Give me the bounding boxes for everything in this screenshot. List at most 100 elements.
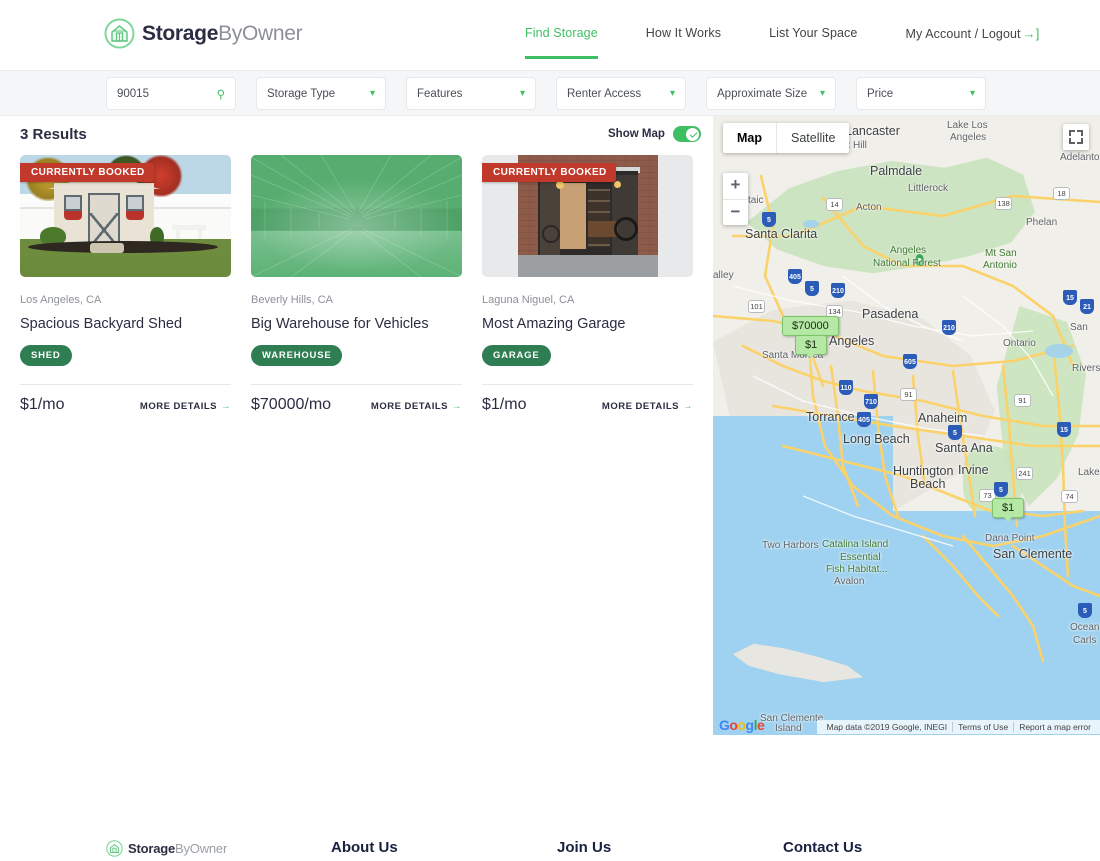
chevron-down-icon: ▾ bbox=[669, 87, 675, 99]
map-type-map-button[interactable]: Map bbox=[723, 123, 776, 153]
decor bbox=[556, 181, 564, 189]
map-interstate-shield-icon: 405 bbox=[857, 412, 871, 427]
divider bbox=[251, 384, 462, 386]
map-place-label: Fish Habitat... bbox=[826, 564, 888, 575]
map-place-label: Palmdale bbox=[870, 164, 923, 178]
listing-title[interactable]: Big Warehouse for Vehicles bbox=[251, 315, 462, 333]
listing-image-backyard-shed[interactable]: CURRENTLY BOOKED bbox=[20, 155, 231, 277]
more-details-button[interactable]: MORE DETAILS → bbox=[140, 401, 231, 412]
footer-link-about-us[interactable]: About Us bbox=[331, 839, 398, 856]
map-place-label: Catalina Island bbox=[822, 539, 889, 550]
map-place-label: alley bbox=[713, 270, 734, 281]
nav-item-my-account-logout[interactable]: My Account / Logout →] bbox=[905, 0, 1039, 41]
map-route-shield-icon: 74 bbox=[1061, 490, 1078, 503]
listing-card[interactable]: Beverly Hills, CA Big Warehouse for Vehi… bbox=[251, 155, 462, 414]
fullscreen-icon[interactable] bbox=[1063, 124, 1089, 150]
listing-footer: $70000/mo MORE DETAILS → bbox=[251, 396, 462, 414]
nav-item-find-storage[interactable]: Find Storage bbox=[525, 0, 598, 59]
footer-link-contact-us[interactable]: Contact Us bbox=[783, 839, 862, 856]
show-map-toggle-group[interactable]: Show Map bbox=[608, 126, 701, 142]
arrow-right-icon: → bbox=[452, 401, 462, 413]
map-interstate-shield-icon: 21 bbox=[1080, 299, 1094, 314]
map-price-marker[interactable]: $1 bbox=[795, 335, 828, 359]
report-map-error-link[interactable]: Report a map error bbox=[1013, 722, 1096, 732]
more-details-button[interactable]: MORE DETAILS → bbox=[371, 401, 462, 412]
arrow-right-icon: → bbox=[221, 401, 231, 413]
listing-image-garage[interactable]: CURRENTLY BOOKED bbox=[482, 155, 693, 277]
listing-card[interactable]: CURRENTLY BOOKED Laguna Niguel, CA Most … bbox=[482, 155, 693, 414]
zoom-out-button[interactable]: − bbox=[723, 199, 748, 225]
listing-location: Los Angeles, CA bbox=[20, 294, 102, 306]
map-place-label: Lake Los bbox=[947, 120, 988, 131]
features-dropdown[interactable]: Features ▾ bbox=[406, 77, 536, 110]
results-header: 3 Results bbox=[20, 126, 87, 143]
map-zoom-control[interactable]: + − bbox=[723, 173, 748, 225]
zip-search-input[interactable]: 90015 ⚲ bbox=[106, 77, 236, 110]
decor bbox=[614, 181, 621, 188]
map-interstate-shield-icon: 5 bbox=[805, 281, 819, 296]
map-interstate-shield-icon: 5 bbox=[1078, 603, 1092, 618]
nav-item-how-it-works[interactable]: How It Works bbox=[646, 0, 721, 40]
nav-label: My Account / Logout bbox=[905, 27, 1021, 41]
renter-access-dropdown[interactable]: Renter Access ▾ bbox=[556, 77, 686, 110]
price-dropdown[interactable]: Price ▾ bbox=[856, 77, 986, 110]
map-place-label: Mt San bbox=[985, 248, 1017, 259]
map-interstate-shield-icon: 210 bbox=[942, 320, 956, 335]
show-map-toggle[interactable] bbox=[672, 126, 701, 142]
map-place-label: Essential bbox=[840, 552, 881, 563]
terms-of-use-link[interactable]: Terms of Use bbox=[952, 722, 1013, 732]
map-place-label: Lancaster bbox=[845, 124, 900, 138]
listing-price: $1/mo bbox=[482, 396, 527, 414]
nav-item-list-your-space[interactable]: List Your Space bbox=[769, 0, 857, 40]
listing-price: $70000/mo bbox=[251, 396, 332, 414]
more-details-label: MORE DETAILS bbox=[139, 401, 217, 413]
brand-name-bold: Storage bbox=[142, 21, 219, 45]
storage-type-dropdown[interactable]: Storage Type ▾ bbox=[256, 77, 386, 110]
map-place-label: National Forest bbox=[873, 258, 941, 269]
map-price-marker[interactable]: $1 bbox=[992, 498, 1025, 522]
arrow-right-icon: → bbox=[683, 401, 693, 413]
map-type-satellite-button[interactable]: Satellite bbox=[776, 123, 849, 153]
brand-name-light: ByOwner bbox=[218, 21, 303, 45]
map-place-label: Two Harbors bbox=[762, 540, 819, 551]
chevron-down-icon: ▾ bbox=[369, 87, 375, 99]
map-place-label: Beach bbox=[910, 477, 946, 491]
listing-tag: GARAGE bbox=[482, 345, 551, 367]
search-icon[interactable]: ⚲ bbox=[217, 87, 225, 101]
footer-link-join-us[interactable]: Join Us bbox=[557, 839, 611, 856]
brand-logo[interactable]: StorageByOwner bbox=[104, 18, 303, 49]
currently-booked-badge: CURRENTLY BOOKED bbox=[482, 163, 616, 182]
map-interstate-shield-icon: 605 bbox=[903, 354, 917, 369]
zip-value: 90015 bbox=[117, 87, 149, 100]
listing-title[interactable]: Spacious Backyard Shed bbox=[20, 315, 231, 333]
zoom-in-button[interactable]: + bbox=[723, 173, 748, 199]
more-details-button[interactable]: MORE DETAILS → bbox=[602, 401, 693, 412]
map-place-label: Rivers bbox=[1072, 363, 1100, 374]
approximate-size-label: Approximate Size bbox=[717, 87, 808, 100]
decor bbox=[90, 243, 124, 253]
map-place-label: Dana Point bbox=[985, 533, 1035, 544]
footer-brand-name-light: ByOwner bbox=[175, 841, 228, 856]
listing-card[interactable]: CURRENTLY BOOKED Los Angeles, CA Spaciou… bbox=[20, 155, 231, 414]
map-place-label: Santa Ana bbox=[935, 441, 993, 455]
map-place-label: Avalon bbox=[834, 576, 865, 587]
map-interstate-shield-icon: 15 bbox=[1063, 290, 1077, 305]
chevron-down-icon: ▾ bbox=[969, 87, 975, 99]
map-place-label: San Clemente bbox=[993, 547, 1073, 561]
listing-title[interactable]: Most Amazing Garage bbox=[482, 315, 693, 333]
footer-brand-logo[interactable]: StorageByOwner bbox=[106, 840, 227, 857]
decor bbox=[614, 217, 638, 241]
decor bbox=[176, 229, 202, 239]
map-place-label: Anaheim bbox=[918, 411, 968, 425]
results-map[interactable]: Map Satellite + − Map data ©2019 Google,… bbox=[713, 116, 1100, 735]
map-route-shield-icon: 138 bbox=[995, 197, 1012, 210]
map-price-marker[interactable]: $70000 bbox=[782, 316, 839, 340]
map-interstate-shield-icon: 710 bbox=[864, 394, 878, 409]
results-list: CURRENTLY BOOKED Los Angeles, CA Spaciou… bbox=[20, 155, 695, 414]
approximate-size-dropdown[interactable]: Approximate Size ▾ bbox=[706, 77, 836, 110]
map-type-control[interactable]: Map Satellite bbox=[723, 123, 850, 153]
map-place-label: San bbox=[1070, 322, 1088, 333]
map-place-label: Angeles bbox=[950, 132, 987, 143]
map-interstate-shield-icon: 5 bbox=[948, 425, 962, 440]
listing-image-warehouse[interactable] bbox=[251, 155, 462, 277]
